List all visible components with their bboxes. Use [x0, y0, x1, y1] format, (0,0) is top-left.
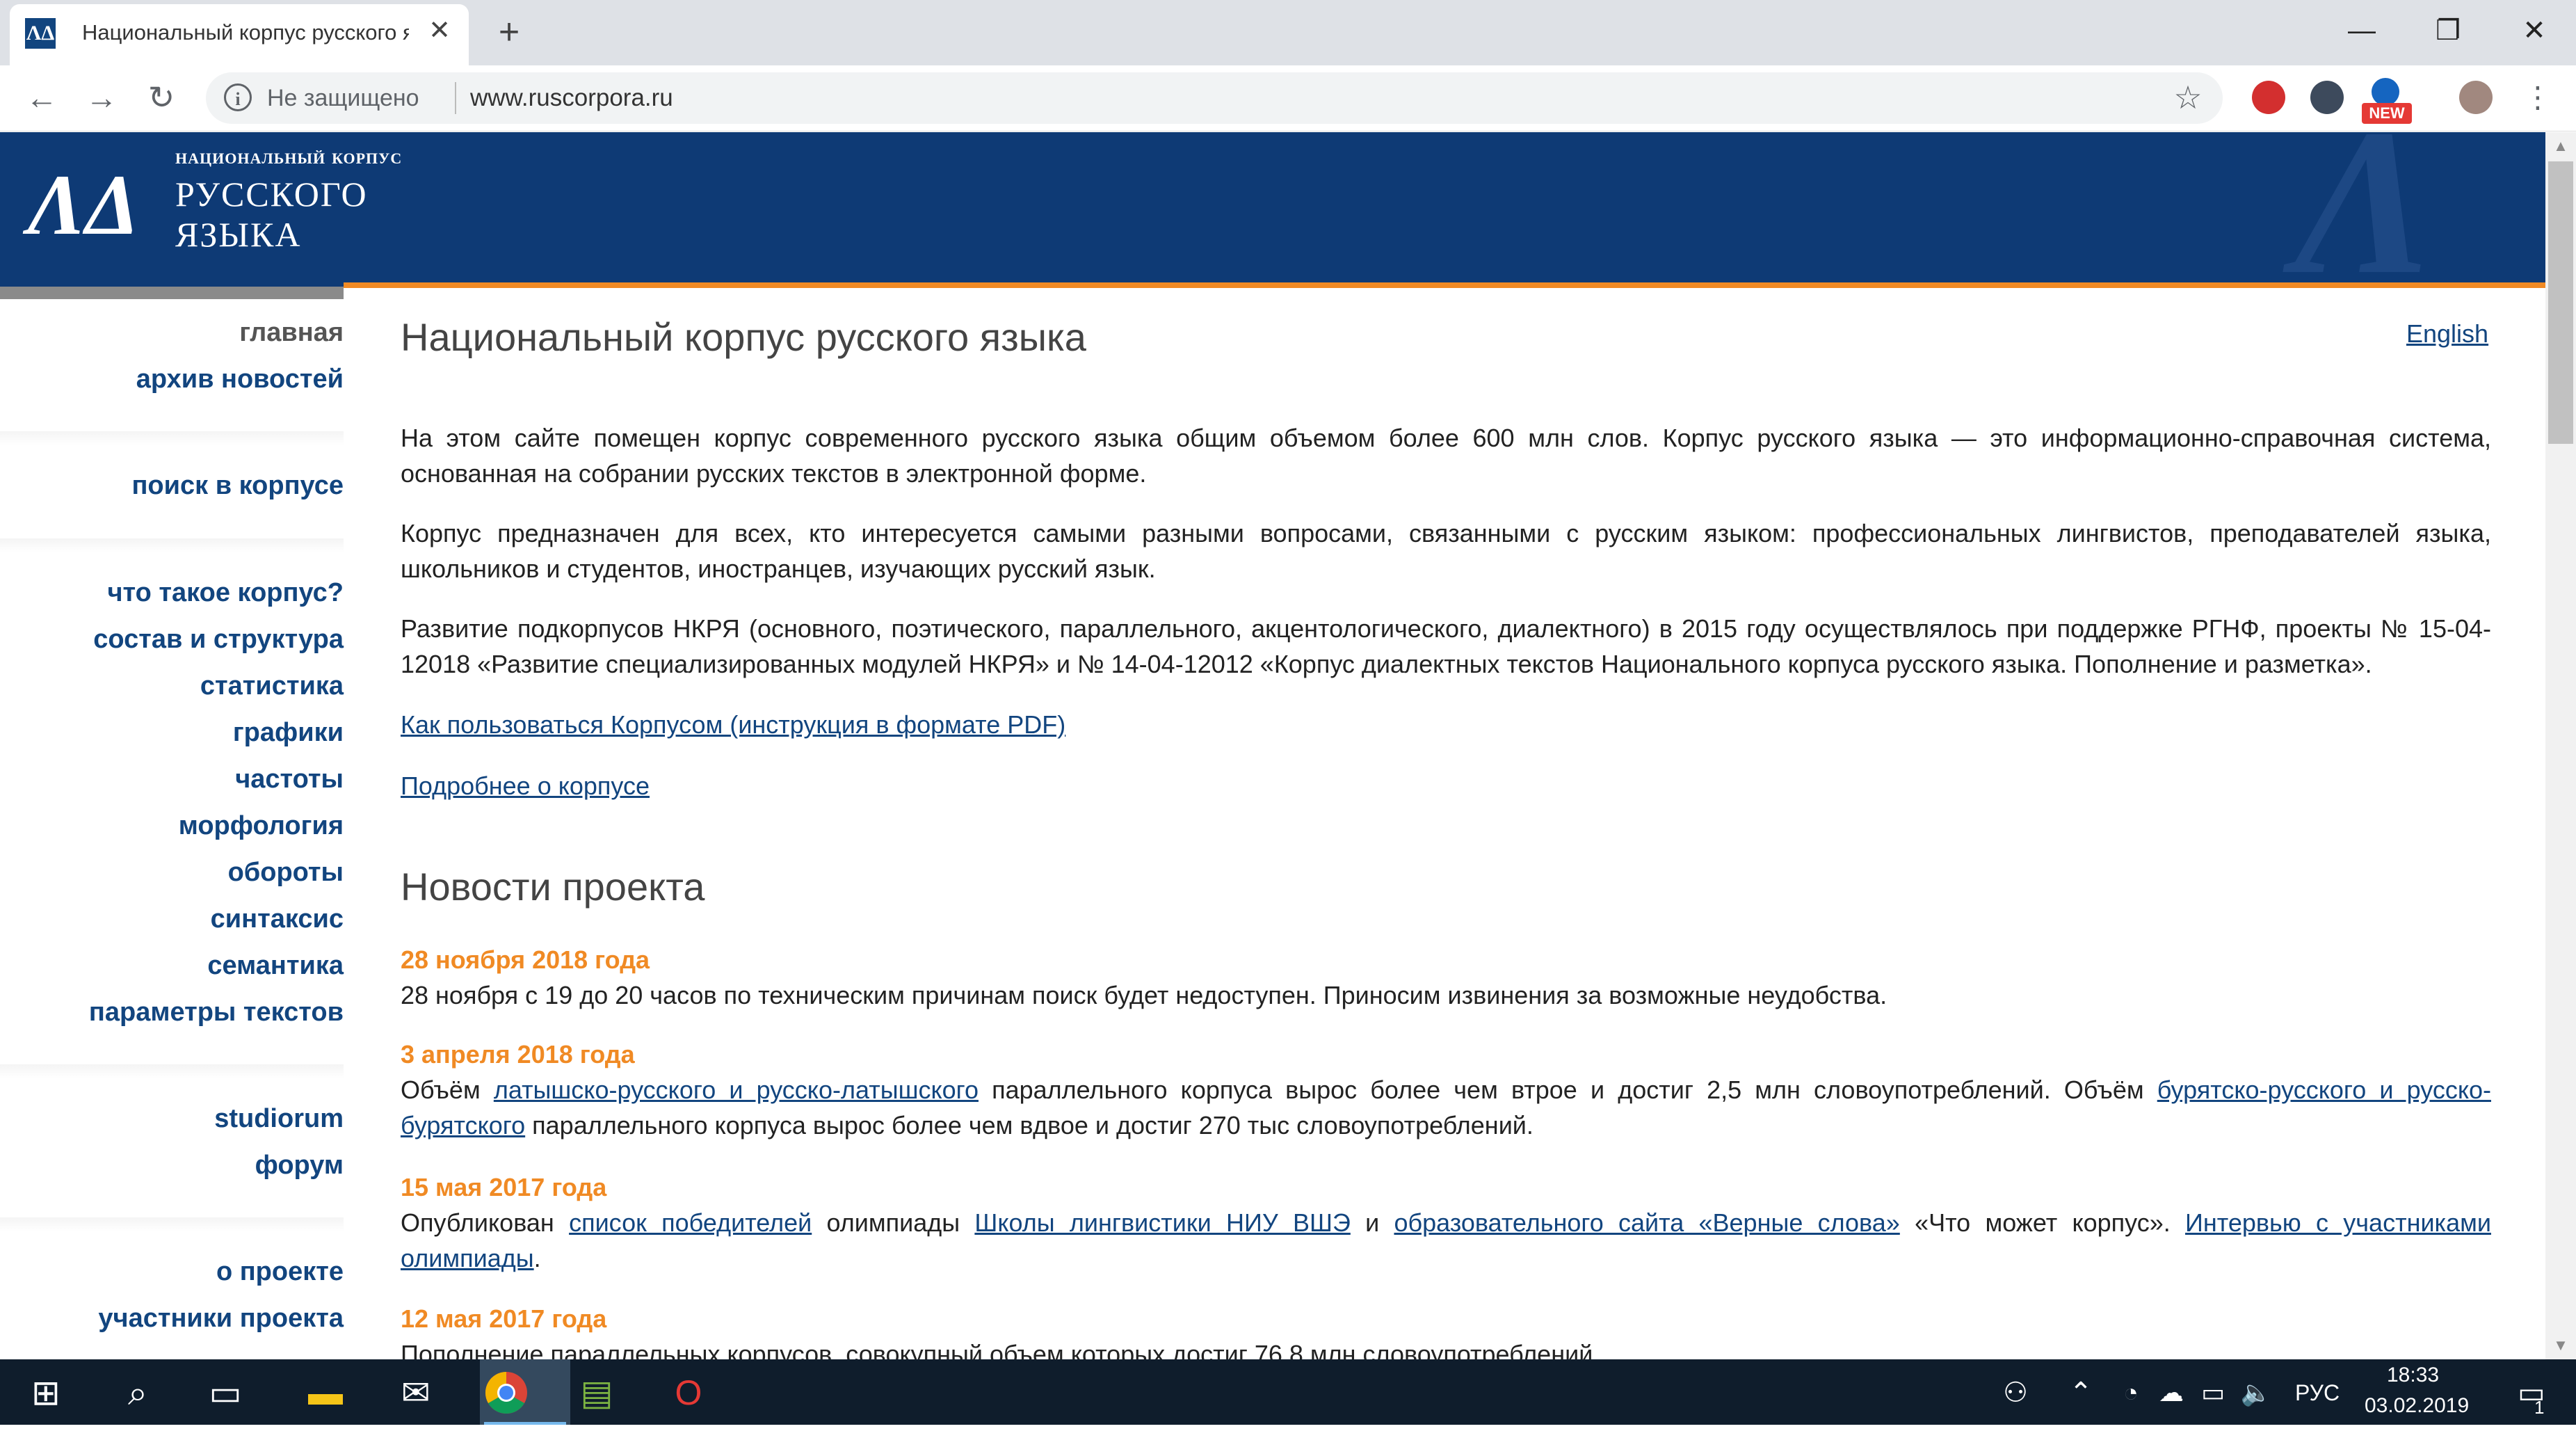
- file-explorer-icon[interactable]: ▬: [298, 1365, 353, 1421]
- restore-button[interactable]: ❐: [2413, 10, 2483, 51]
- nav-news-archive[interactable]: архив новостей: [136, 362, 344, 396]
- nav-frequencies[interactable]: частоты: [235, 762, 344, 796]
- extension-new-icon[interactable]: [2372, 78, 2399, 106]
- search-icon[interactable]: ⌕: [110, 1365, 166, 1421]
- nav-text-params[interactable]: параметры текстов: [89, 996, 344, 1029]
- tab-title: Национальный корпус русского языка: [82, 20, 409, 45]
- news-text: 28 ноября с 19 до 20 часов по технически…: [401, 981, 1887, 1009]
- nav-semantics[interactable]: семантика: [207, 949, 344, 982]
- site-info-icon[interactable]: i: [224, 83, 252, 111]
- forward-button[interactable]: →: [81, 77, 122, 118]
- news-text-part: параллельного корпуса вырос более чем вд…: [525, 1111, 1533, 1140]
- news-date: 28 ноября 2018 года: [401, 945, 650, 974]
- nav-graphs[interactable]: графики: [233, 716, 344, 749]
- header-divider-grey: [0, 287, 344, 299]
- page-title: Национальный корпус русского языка: [401, 315, 1086, 359]
- more-link-row: Подробнее о корпусе: [401, 768, 2491, 804]
- header-divider-orange: [344, 282, 2545, 288]
- nav-what-is-corpus[interactable]: что такое корпус?: [107, 576, 344, 609]
- reload-button[interactable]: ↻: [140, 77, 182, 118]
- clock-date[interactable]: 03.02.2019: [2365, 1394, 2469, 1418]
- news-text-part: «Что может корпус».: [1899, 1208, 2186, 1237]
- news-text: Опубликован список победителей олимпиады…: [401, 1205, 2491, 1276]
- news-text: Объём латышско-русского и русско-латышск…: [401, 1072, 2491, 1143]
- nav-forum[interactable]: форум: [255, 1149, 344, 1182]
- intro-paragraph-2: Корпус предназначен для всех, кто интере…: [401, 519, 2491, 583]
- security-status[interactable]: Не защищено: [267, 83, 419, 113]
- news-link[interactable]: Школы лингвистики НИУ ВШЭ: [974, 1208, 1350, 1237]
- notepad-icon[interactable]: ▤: [569, 1365, 625, 1421]
- news-date: 12 мая 2017 года: [401, 1304, 607, 1333]
- nav-morphology[interactable]: морфология: [179, 809, 344, 842]
- opera-icon[interactable]: O: [661, 1365, 716, 1421]
- header-watermark-logo: Λ: [2295, 132, 2435, 287]
- new-tab-button[interactable]: +: [490, 14, 529, 53]
- news-date: 15 мая 2017 года: [401, 1173, 607, 1201]
- notifications-count: 1: [2534, 1397, 2545, 1418]
- news-text-part: параллельного корпуса вырос более чем вт…: [978, 1076, 2157, 1104]
- scroll-down-icon[interactable]: ▼: [2545, 1333, 2576, 1358]
- news-link[interactable]: список победителей: [569, 1208, 812, 1237]
- logo-text-line1: национальный корпус: [175, 143, 403, 168]
- nav-search[interactable]: поиск в корпусе: [131, 469, 344, 502]
- nav-phrases[interactable]: обороты: [228, 856, 344, 889]
- clock-time[interactable]: 18:33: [2387, 1364, 2439, 1387]
- bookmark-star-icon[interactable]: ☆: [2168, 78, 2207, 117]
- close-window-button[interactable]: ✕: [2499, 10, 2569, 51]
- new-badge: NEW: [2362, 103, 2412, 124]
- logo-text-line3: ЯЗЫКА: [175, 215, 302, 254]
- logo-text-line2: РУССКОГО: [175, 175, 368, 214]
- task-view-icon[interactable]: ▭: [198, 1365, 253, 1421]
- back-button[interactable]: ←: [21, 77, 63, 118]
- site-logo[interactable]: ΛΔ: [28, 153, 139, 257]
- nav-statistics[interactable]: статистика: [200, 669, 344, 703]
- nav-separator: [0, 1217, 344, 1231]
- volume-icon[interactable]: 🔈: [2228, 1365, 2284, 1421]
- windows-start-icon[interactable]: ⊞: [18, 1365, 74, 1421]
- pdf-instructions-link[interactable]: Как пользоваться Корпусом (инструкция в …: [401, 710, 1065, 739]
- people-icon[interactable]: ⚇: [1988, 1365, 2043, 1421]
- nav-about[interactable]: о проекте: [216, 1255, 344, 1288]
- extension-red-icon[interactable]: [2252, 81, 2285, 114]
- notifications-icon[interactable]: ▭: [2504, 1365, 2559, 1421]
- profile-avatar[interactable]: [2459, 81, 2493, 114]
- nav-home[interactable]: главная: [239, 316, 344, 349]
- nav-participants[interactable]: участники проекта: [98, 1302, 344, 1335]
- site-favicon-icon: ΛΔ: [25, 18, 56, 49]
- news-section-title: Новости проекта: [401, 865, 705, 909]
- nav-studiorum[interactable]: studiorum: [214, 1102, 344, 1135]
- news-link[interactable]: образовательного сайта «Верные слова»: [1394, 1208, 1899, 1237]
- language-indicator[interactable]: РУС: [2295, 1380, 2340, 1406]
- minimize-button[interactable]: —: [2327, 10, 2397, 51]
- news-text-part: .: [533, 1244, 541, 1272]
- browser-menu-icon[interactable]: ⋮: [2523, 77, 2552, 118]
- english-link[interactable]: English: [2406, 317, 2488, 351]
- nav-separator: [0, 1064, 344, 1078]
- address-separator: [455, 82, 456, 114]
- news-date: 3 апреля 2018 года: [401, 1040, 635, 1069]
- intro-paragraph-1: На этом сайте помещен корпус современног…: [401, 424, 2491, 488]
- nav-syntax[interactable]: синтаксис: [211, 902, 344, 936]
- nav-structure[interactable]: состав и структура: [93, 623, 344, 656]
- pdf-link-row: Как пользоваться Корпусом (инструкция в …: [401, 707, 2491, 742]
- url-text[interactable]: www.ruscorpora.ru: [470, 83, 673, 113]
- news-text-part: Объём: [401, 1076, 494, 1104]
- chrome-running-indicator: [484, 1422, 566, 1425]
- news-text-part: олимпиады: [812, 1208, 975, 1237]
- news-text-part: Опубликован: [401, 1208, 570, 1237]
- news-link[interactable]: латышско-русского и русско-латышского: [494, 1076, 979, 1104]
- more-about-corpus-link[interactable]: Подробнее о корпусе: [401, 772, 650, 800]
- tab-close-icon[interactable]: ✕: [424, 15, 455, 46]
- chrome-icon[interactable]: [478, 1365, 534, 1421]
- scroll-up-icon[interactable]: ▲: [2545, 134, 2576, 159]
- scroll-thumb[interactable]: [2548, 161, 2573, 444]
- intro-paragraph-3: Развитие подкорпусов НКРЯ (основного, по…: [401, 614, 2491, 678]
- tray-chevron-icon[interactable]: ⌃: [2053, 1365, 2109, 1421]
- news-text: Пополнение параллельных корпусов, совоку…: [401, 1340, 1600, 1359]
- mail-icon[interactable]: ✉: [388, 1365, 444, 1421]
- nav-separator: [0, 431, 344, 445]
- extension-shield-icon[interactable]: [2310, 81, 2344, 114]
- nav-separator: [0, 538, 344, 552]
- news-text-part: и: [1350, 1208, 1394, 1237]
